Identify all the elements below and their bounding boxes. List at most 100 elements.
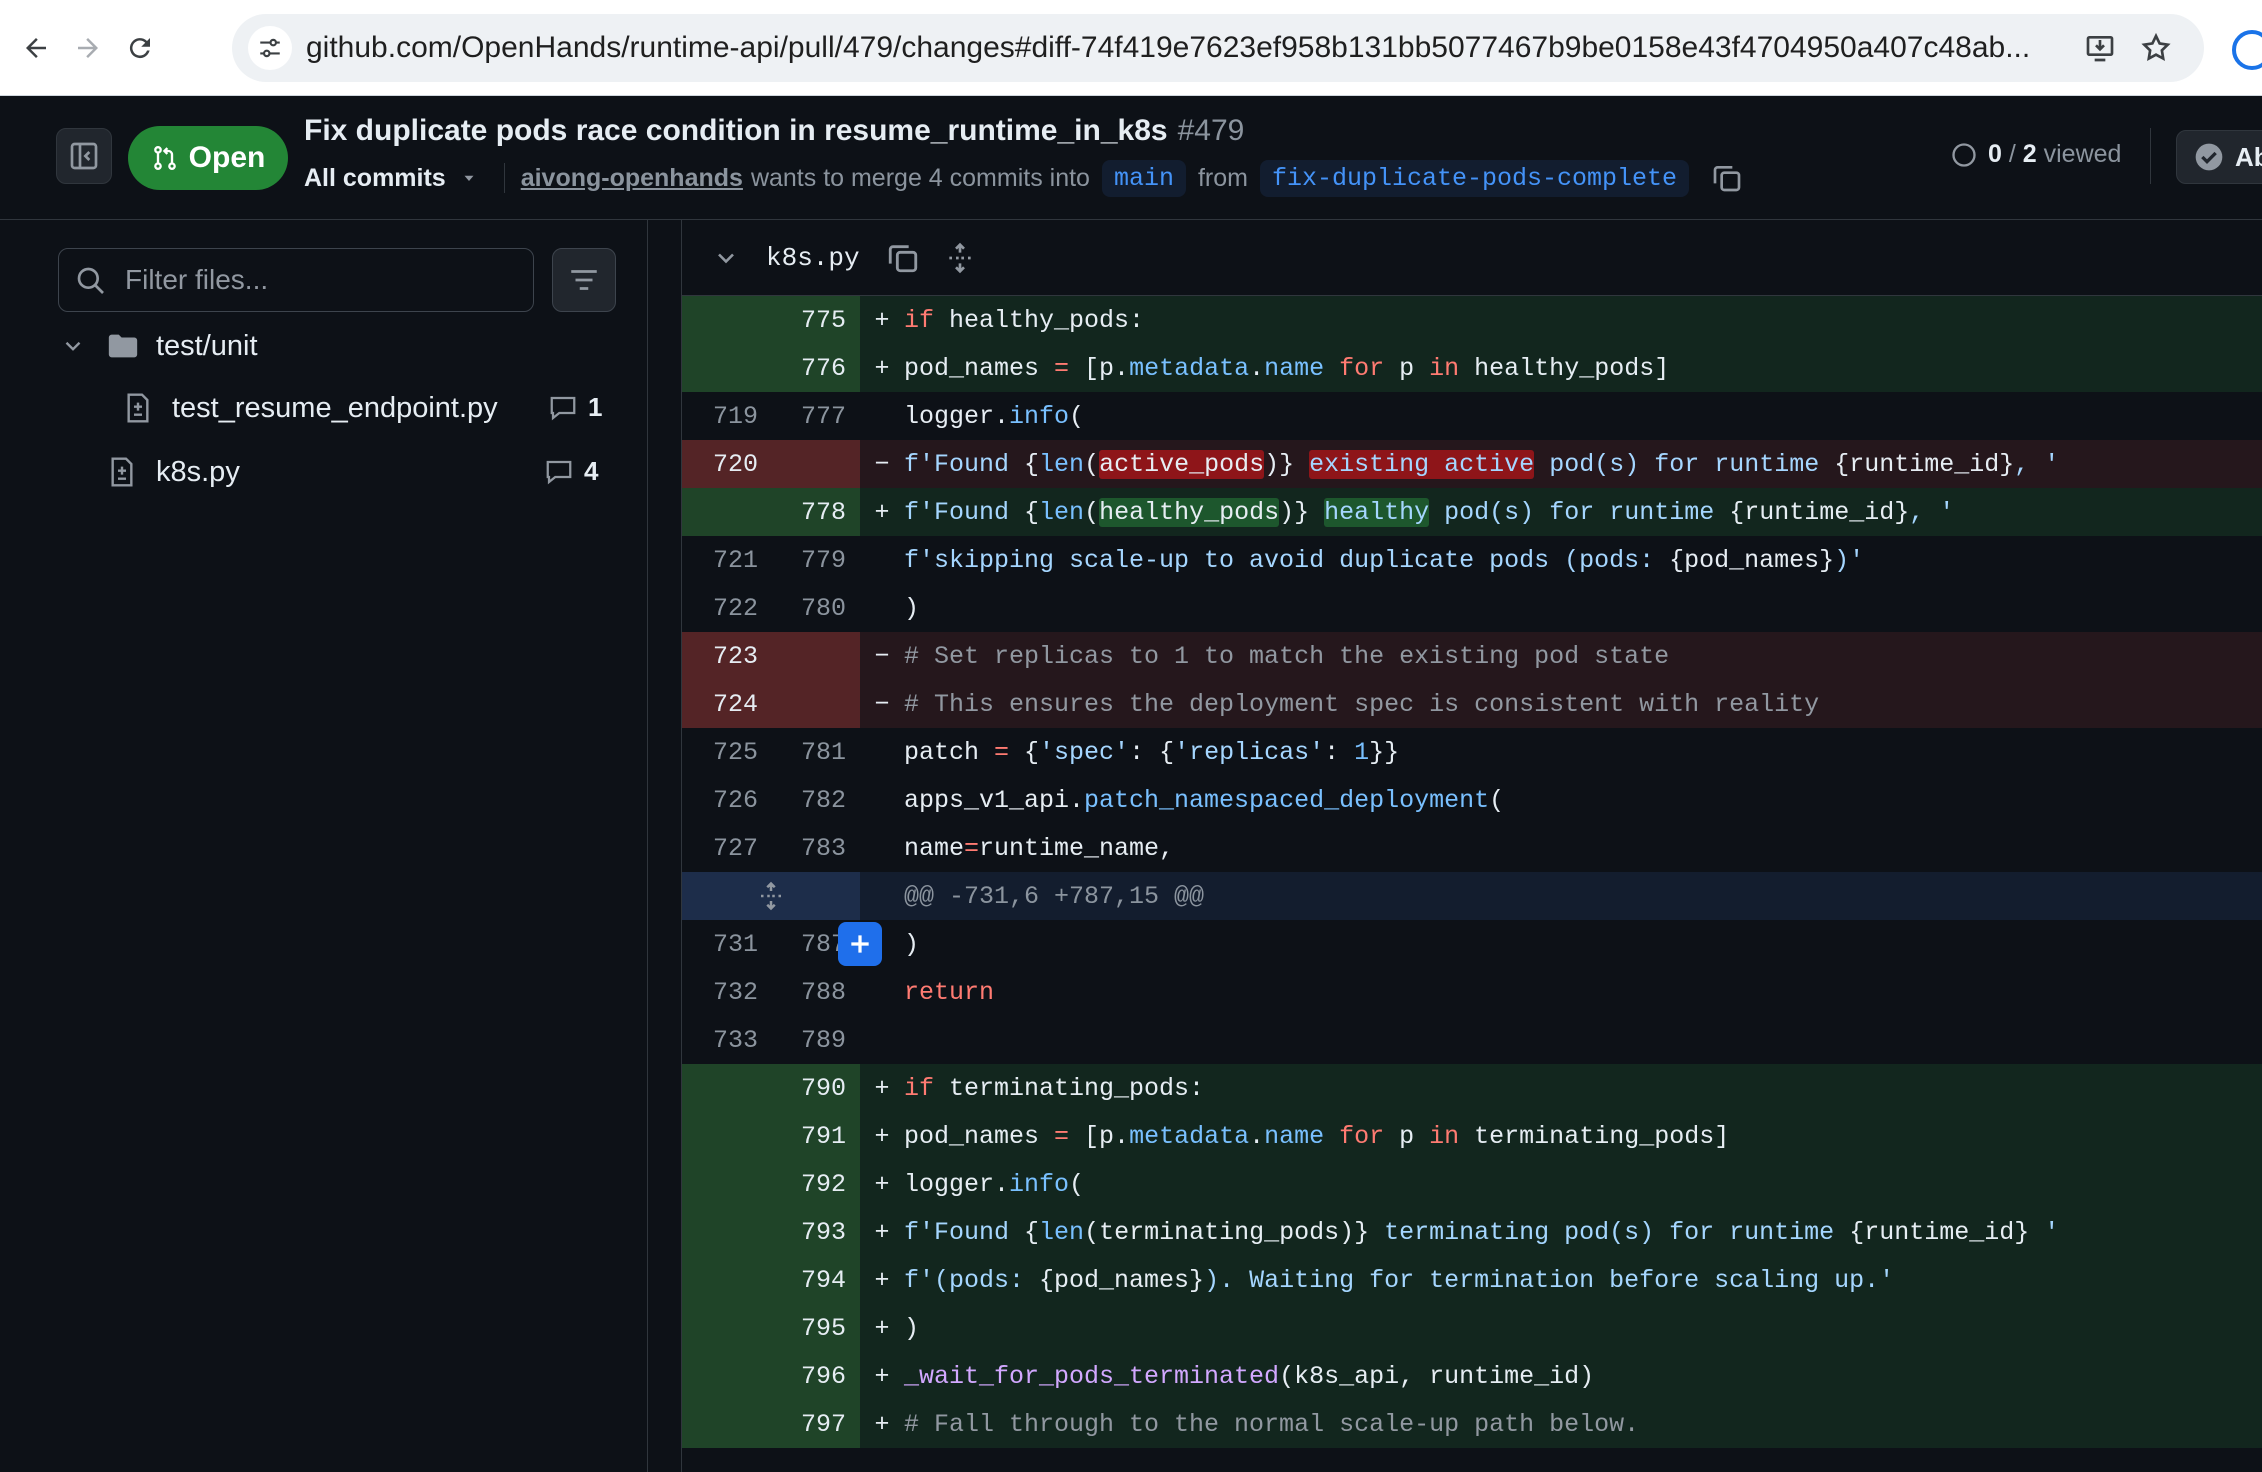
site-info-button[interactable]: [248, 26, 292, 70]
new-line-number[interactable]: [770, 440, 860, 488]
diff-line-deleted[interactable]: 723 − # Set replicas to 1 to match the e…: [682, 632, 2262, 680]
diff-line-deleted[interactable]: 720 − f'Found {len(active_pods)} existin…: [682, 440, 2262, 488]
tree-folder-test-unit[interactable]: test/unit: [60, 318, 258, 374]
sidebar-resize-handle[interactable]: [648, 220, 682, 1472]
diff-line-added[interactable]: 775 + if healthy_pods:: [682, 296, 2262, 344]
commits-dropdown[interactable]: All commits: [304, 164, 478, 193]
install-app-button[interactable]: [2080, 28, 2120, 68]
diff-line-context[interactable]: 722 780 ): [682, 584, 2262, 632]
old-line-number[interactable]: 732: [682, 968, 770, 1016]
old-line-number[interactable]: 723: [682, 632, 770, 680]
new-line-number[interactable]: 794: [770, 1256, 860, 1304]
review-button[interactable]: Ab: [2176, 130, 2262, 184]
old-line-number[interactable]: 721: [682, 536, 770, 584]
old-line-number[interactable]: 726: [682, 776, 770, 824]
old-line-number[interactable]: 725: [682, 728, 770, 776]
chevron-down-icon[interactable]: [712, 244, 740, 272]
filter-files-box[interactable]: [58, 248, 534, 312]
url-text[interactable]: github.com/OpenHands/runtime-api/pull/47…: [306, 31, 2066, 65]
tree-file-test-resume-endpoint[interactable]: test_resume_endpoint.py: [122, 380, 498, 436]
new-line-number[interactable]: 788: [770, 968, 860, 1016]
bookmark-button[interactable]: [2136, 28, 2176, 68]
diff-line-context[interactable]: 727 783 name = runtime_name,: [682, 824, 2262, 872]
new-line-number[interactable]: 791: [770, 1112, 860, 1160]
diff-line-added[interactable]: 790 + if terminating_pods:: [682, 1064, 2262, 1112]
old-line-number[interactable]: 719: [682, 392, 770, 440]
new-line-number[interactable]: 781: [770, 728, 860, 776]
new-line-number[interactable]: 790: [770, 1064, 860, 1112]
diff-file-name[interactable]: k8s.py: [766, 243, 860, 273]
new-line-number[interactable]: 795: [770, 1304, 860, 1352]
code-token: (: [1084, 449, 1100, 479]
diff-line-context[interactable]: 721 779 f'skipping scale-up to avoid dup…: [682, 536, 2262, 584]
new-line-number[interactable]: 797: [770, 1400, 860, 1448]
reload-button[interactable]: [114, 22, 166, 74]
copy-branch-button[interactable]: [1711, 162, 1743, 194]
old-line-number[interactable]: [682, 1208, 770, 1256]
back-button[interactable]: [10, 22, 62, 74]
new-line-number[interactable]: 775: [770, 296, 860, 344]
code-token: runtime_name,: [979, 833, 1175, 863]
new-line-number[interactable]: 783: [770, 824, 860, 872]
expand-hunk-button[interactable]: [682, 872, 860, 920]
old-line-number[interactable]: [682, 1256, 770, 1304]
old-line-number[interactable]: [682, 1160, 770, 1208]
diff-line-deleted[interactable]: 724 − # This ensures the deployment spec…: [682, 680, 2262, 728]
address-bar[interactable]: github.com/OpenHands/runtime-api/pull/47…: [232, 14, 2204, 82]
diff-line-added[interactable]: 776 + pod_names = [p. metadata. name for p…: [682, 344, 2262, 392]
new-line-number[interactable]: 778: [770, 488, 860, 536]
extension-icon[interactable]: [2232, 30, 2262, 70]
new-line-number[interactable]: 780: [770, 584, 860, 632]
diff-line-context[interactable]: 725 781 patch = {'spec': {'replicas': 1}…: [682, 728, 2262, 776]
new-line-number[interactable]: 776: [770, 344, 860, 392]
tree-file-k8s[interactable]: k8s.py: [106, 444, 240, 500]
old-line-number[interactable]: [682, 1064, 770, 1112]
diff-line-added[interactable]: 797 + # Fall through to the normal scale…: [682, 1400, 2262, 1448]
new-line-number[interactable]: 793: [770, 1208, 860, 1256]
toggle-file-tree-button[interactable]: [56, 128, 112, 184]
old-line-number[interactable]: 722: [682, 584, 770, 632]
diff-line-added[interactable]: 778 + f'Found {len(healthy_pods)} health…: [682, 488, 2262, 536]
filter-files-input[interactable]: [123, 259, 523, 301]
diff-line-added[interactable]: 795 + ): [682, 1304, 2262, 1352]
viewed-progress: 0 / 2 viewed: [1950, 140, 2121, 169]
new-line-number[interactable]: [770, 632, 860, 680]
new-line-number[interactable]: 782: [770, 776, 860, 824]
diff-line-context[interactable]: 719 777 logger. info(: [682, 392, 2262, 440]
head-branch[interactable]: fix-duplicate-pods-complete: [1259, 159, 1690, 197]
diff-line-context[interactable]: 733 789: [682, 1016, 2262, 1064]
copy-icon[interactable]: [886, 241, 920, 275]
old-line-number[interactable]: [682, 296, 770, 344]
new-line-number[interactable]: 789: [770, 1016, 860, 1064]
base-branch[interactable]: main: [1101, 159, 1186, 197]
old-line-number[interactable]: 724: [682, 680, 770, 728]
forward-button[interactable]: [62, 22, 114, 74]
new-line-number[interactable]: [770, 680, 860, 728]
diff-line-context[interactable]: 732 788 return: [682, 968, 2262, 1016]
filter-options-button[interactable]: [552, 248, 616, 312]
diff-line-added[interactable]: 796 + _wait_for_pods_terminated (k8s_api,…: [682, 1352, 2262, 1400]
old-line-number[interactable]: [682, 344, 770, 392]
author-link[interactable]: aivong-openhands: [521, 164, 743, 193]
new-line-number[interactable]: 779: [770, 536, 860, 584]
diff-line-added[interactable]: 794 + f'(pods: {pod_names}). Waiting for…: [682, 1256, 2262, 1304]
expand-all-icon[interactable]: [944, 242, 976, 274]
old-line-number[interactable]: 731: [682, 920, 770, 968]
old-line-number[interactable]: [682, 1400, 770, 1448]
old-line-number[interactable]: 727: [682, 824, 770, 872]
diff-line-added[interactable]: 792 + logger. info(: [682, 1160, 2262, 1208]
add-comment-button[interactable]: [838, 922, 882, 966]
old-line-number[interactable]: 733: [682, 1016, 770, 1064]
diff-line-context[interactable]: 726 782 apps_v1_api. patch_namespaced_dep…: [682, 776, 2262, 824]
diff-line-context[interactable]: 731 787 ): [682, 920, 2262, 968]
old-line-number[interactable]: [682, 1112, 770, 1160]
new-line-number[interactable]: 796: [770, 1352, 860, 1400]
old-line-number[interactable]: [682, 1304, 770, 1352]
old-line-number[interactable]: [682, 1352, 770, 1400]
old-line-number[interactable]: 720: [682, 440, 770, 488]
new-line-number[interactable]: 792: [770, 1160, 860, 1208]
old-line-number[interactable]: [682, 488, 770, 536]
diff-line-added[interactable]: 793 + f'Found {len (terminating_pods)} te…: [682, 1208, 2262, 1256]
new-line-number[interactable]: 777: [770, 392, 860, 440]
diff-line-added[interactable]: 791 + pod_names = [p. metadata. name for p…: [682, 1112, 2262, 1160]
